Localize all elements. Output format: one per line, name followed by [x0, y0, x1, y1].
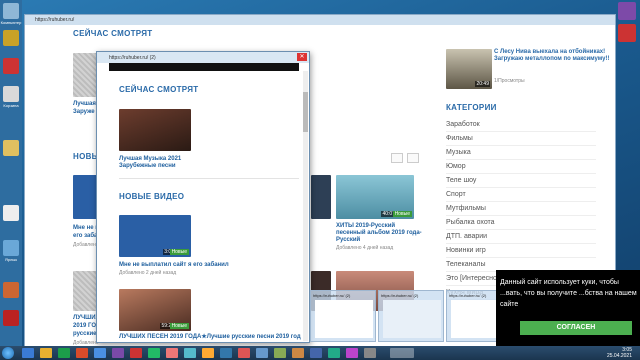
- video-meta: Добавлено: [73, 242, 99, 248]
- start-button[interactable]: [2, 347, 14, 359]
- category-link[interactable]: Юмор: [446, 160, 596, 174]
- app-icon[interactable]: [274, 348, 286, 358]
- category-link[interactable]: Мутфильмы: [446, 202, 596, 216]
- grid-view-button[interactable]: [391, 153, 403, 163]
- app-icon[interactable]: [220, 348, 232, 358]
- video-duration: 20:49: [475, 81, 490, 87]
- video-title[interactable]: Лучшая Музыка 2021: [119, 156, 181, 163]
- video-title[interactable]: Мне не выплатил сайт я его забанил: [119, 262, 299, 269]
- taskbar: 3:05 25.04.2021: [0, 346, 640, 360]
- app-icon[interactable]: [94, 348, 106, 358]
- clock[interactable]: 3:05 25.04.2021: [607, 347, 632, 359]
- new-badge: Новые: [169, 323, 189, 329]
- title-bar[interactable]: https://ruhuber.ru/: [25, 15, 615, 25]
- category-link[interactable]: Спорт: [446, 188, 596, 202]
- folder-icon[interactable]: [3, 140, 19, 156]
- desktop-right-icons: [614, 0, 640, 100]
- app-icon[interactable]: [112, 348, 124, 358]
- video-thumbnail-hits[interactable]: 40:07 Новые: [336, 175, 414, 219]
- video-caption[interactable]: русские: [73, 331, 96, 338]
- app-icon[interactable]: [3, 282, 19, 298]
- category-link[interactable]: Теле шоу: [446, 174, 596, 188]
- video-thumbnail[interactable]: [311, 175, 331, 219]
- new-videos-heading: НОВЫЕ ВИДЕО: [119, 192, 185, 201]
- browser-window-popup: https://ruhuber.ru/ (2) ✕ СЕЙЧАС СМОТРЯТ…: [96, 51, 310, 343]
- folder-icon[interactable]: [40, 348, 52, 358]
- app-icon[interactable]: [292, 348, 304, 358]
- now-watching-heading: СЕЙЧАС СМОТРЯТ: [73, 29, 153, 38]
- preview-image: [383, 300, 441, 338]
- desktop-icon-label: Компьютер: [0, 20, 22, 25]
- computer-icon[interactable]: [3, 3, 19, 19]
- category-link[interactable]: Музыка: [446, 146, 596, 160]
- popup-video-strip: [109, 63, 299, 71]
- app-icon[interactable]: [256, 348, 268, 358]
- app-icon[interactable]: [148, 348, 160, 358]
- desktop-icon-label: Ярлык: [5, 257, 17, 262]
- close-icon[interactable]: ✕: [297, 53, 307, 61]
- recycle-bin-icon[interactable]: [3, 86, 19, 102]
- browser-taskbar-button[interactable]: [390, 348, 414, 358]
- new-badge: Новые: [169, 249, 189, 255]
- video-thumbnail[interactable]: [119, 109, 191, 151]
- new-badge: Новые: [392, 211, 412, 217]
- desktop-icon-label: Корзина: [3, 103, 19, 108]
- popup-title-bar[interactable]: https://ruhuber.ru/ (2) ✕: [97, 52, 309, 63]
- app-icon[interactable]: [184, 348, 196, 358]
- window-preview[interactable]: https://ruhuber.ru/ (2): [378, 290, 444, 342]
- cookie-banner: Данный сайт использует куки, чтобы ...ва…: [496, 270, 640, 346]
- cookie-text: Данный сайт использует куки, чтобы ...ва…: [500, 279, 637, 308]
- app-icon[interactable]: [238, 348, 250, 358]
- shortcut-icon[interactable]: [3, 240, 19, 256]
- preview-title: https://ruhuber.ru/ (2): [381, 293, 419, 298]
- app-icon[interactable]: [3, 310, 19, 326]
- video-views: 1/Просмотры: [494, 78, 525, 84]
- app-icon[interactable]: [346, 348, 358, 358]
- app-icon[interactable]: [364, 348, 376, 358]
- archive-icon[interactable]: [618, 2, 636, 20]
- preview-title: https://ruhuber.ru/ (2): [449, 293, 487, 298]
- video-caption[interactable]: ХИТЫ 2019-Русский песенный альбом 2019 г…: [336, 223, 424, 244]
- clock-date: 25.04.2021: [606, 353, 632, 359]
- app-icon[interactable]: [58, 348, 70, 358]
- url-text: https://ruhuber.ru/ (2): [109, 55, 156, 61]
- category-link[interactable]: Рыбалка охота: [446, 216, 596, 230]
- app-icon[interactable]: [618, 24, 636, 42]
- cookie-accept-button[interactable]: СОГЛАСЕН: [520, 321, 632, 335]
- video-caption[interactable]: С Лесу Нива выехала на отбойниках! Загру…: [494, 49, 614, 63]
- video-title[interactable]: ЛУЧШИХ ПЕСЕН 2019 ГОДА★Лучшие русские пе…: [119, 334, 305, 341]
- category-link[interactable]: ДТП. аварии: [446, 230, 596, 244]
- video-subtitle[interactable]: Зарубежные песни: [119, 163, 176, 170]
- app-icon[interactable]: [130, 348, 142, 358]
- video-thumbnail[interactable]: 59:20 Новые: [119, 289, 191, 331]
- desktop-icon-column: Компьютер Корзина Ярлык: [0, 0, 22, 346]
- window-preview[interactable]: https://ruhuber.ru/ (2): [310, 290, 376, 342]
- preview-image: [315, 300, 373, 338]
- app-icon[interactable]: [76, 348, 88, 358]
- app-icon[interactable]: [166, 348, 178, 358]
- category-link[interactable]: Заработок: [446, 118, 596, 132]
- folder-icon[interactable]: [3, 30, 19, 46]
- category-link[interactable]: Новинки игр: [446, 244, 596, 258]
- list-view-button[interactable]: [407, 153, 419, 163]
- app-icon[interactable]: [328, 348, 340, 358]
- scrollbar-thumb[interactable]: [303, 92, 308, 132]
- divider: [119, 178, 299, 179]
- video-meta: Добавлено 4 дней назад: [336, 245, 394, 251]
- app-icon[interactable]: [310, 348, 322, 358]
- app-icon[interactable]: [202, 348, 214, 358]
- video-caption-sub[interactable]: Заруже: [73, 109, 95, 116]
- video-thumbnail[interactable]: 20:49: [446, 49, 492, 89]
- now-watching-heading: СЕЙЧАС СМОТРЯТ: [119, 85, 199, 94]
- video-meta: Добавлено 2 дней назад: [119, 270, 177, 276]
- preview-title: https://ruhuber.ru/ (2): [313, 293, 351, 298]
- explorer-icon[interactable]: [22, 348, 34, 358]
- category-link[interactable]: Фильмы: [446, 132, 596, 146]
- taskbar-previews: https://ruhuber.ru/ (2) https://ruhuber.…: [310, 290, 512, 342]
- app-icon[interactable]: [3, 58, 19, 74]
- categories-heading: КАТЕГОРИИ: [446, 103, 497, 112]
- url-text: https://ruhuber.ru/: [35, 17, 75, 23]
- document-icon[interactable]: [3, 205, 19, 221]
- video-thumbnail[interactable]: 3:05 Новые: [119, 215, 191, 257]
